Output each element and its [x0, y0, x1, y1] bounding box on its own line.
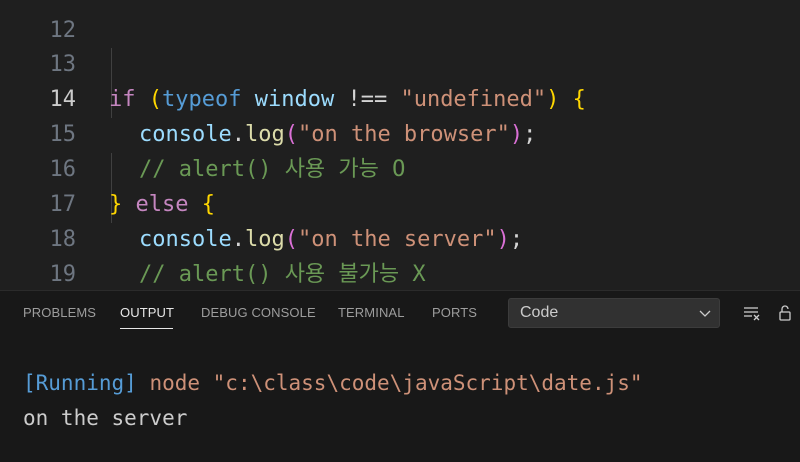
bottom-panel: PROBLEMS OUTPUT DEBUG CONSOLE TERMINAL P… [0, 290, 800, 462]
tab-debug-console[interactable]: DEBUG CONSOLE [201, 305, 316, 320]
chevron-down-icon [699, 310, 711, 317]
output-running-tag: [Running] [23, 371, 137, 395]
code-line[interactable]: 14 console.log("on the browser"); [0, 47, 800, 147]
code-line[interactable]: 20 [0, 257, 800, 290]
tab-output[interactable]: OUTPUT [120, 305, 174, 320]
active-tab-indicator [120, 328, 173, 329]
output-command: node "c:\class\code\javaScript\date.js" [136, 371, 643, 395]
clear-output-icon[interactable] [742, 303, 762, 323]
panel-tabbar: PROBLEMS OUTPUT DEBUG CONSOLE TERMINAL P… [0, 291, 800, 335]
output-log[interactable]: [Running] node "c:\class\code\javaScript… [23, 366, 643, 436]
tab-problems[interactable]: PROBLEMS [23, 305, 96, 320]
code-line[interactable]: 18 // alert() 사용 불가능 X [0, 187, 800, 287]
output-channel-select[interactable]: Code [508, 298, 720, 328]
vscode-window: 12 13 if (typeof window !== "undefined")… [0, 0, 800, 462]
code-line[interactable]: 16 } else { [0, 117, 800, 217]
output-result: on the server [23, 406, 188, 430]
code-editor[interactable]: 12 13 if (typeof window !== "undefined")… [0, 0, 800, 290]
code-line[interactable]: 19 } [0, 222, 800, 287]
code-line[interactable]: 17 console.log("on the server"); [0, 152, 800, 252]
tab-terminal[interactable]: TERMINAL [338, 305, 405, 320]
code-line[interactable]: 13 if (typeof window !== "undefined") { [0, 12, 800, 112]
output-channel-value: Code [520, 304, 559, 321]
code-line[interactable]: 15 // alert() 사용 가능 O [0, 82, 800, 182]
lock-scroll-icon[interactable] [775, 303, 795, 323]
tab-ports[interactable]: PORTS [432, 305, 477, 320]
